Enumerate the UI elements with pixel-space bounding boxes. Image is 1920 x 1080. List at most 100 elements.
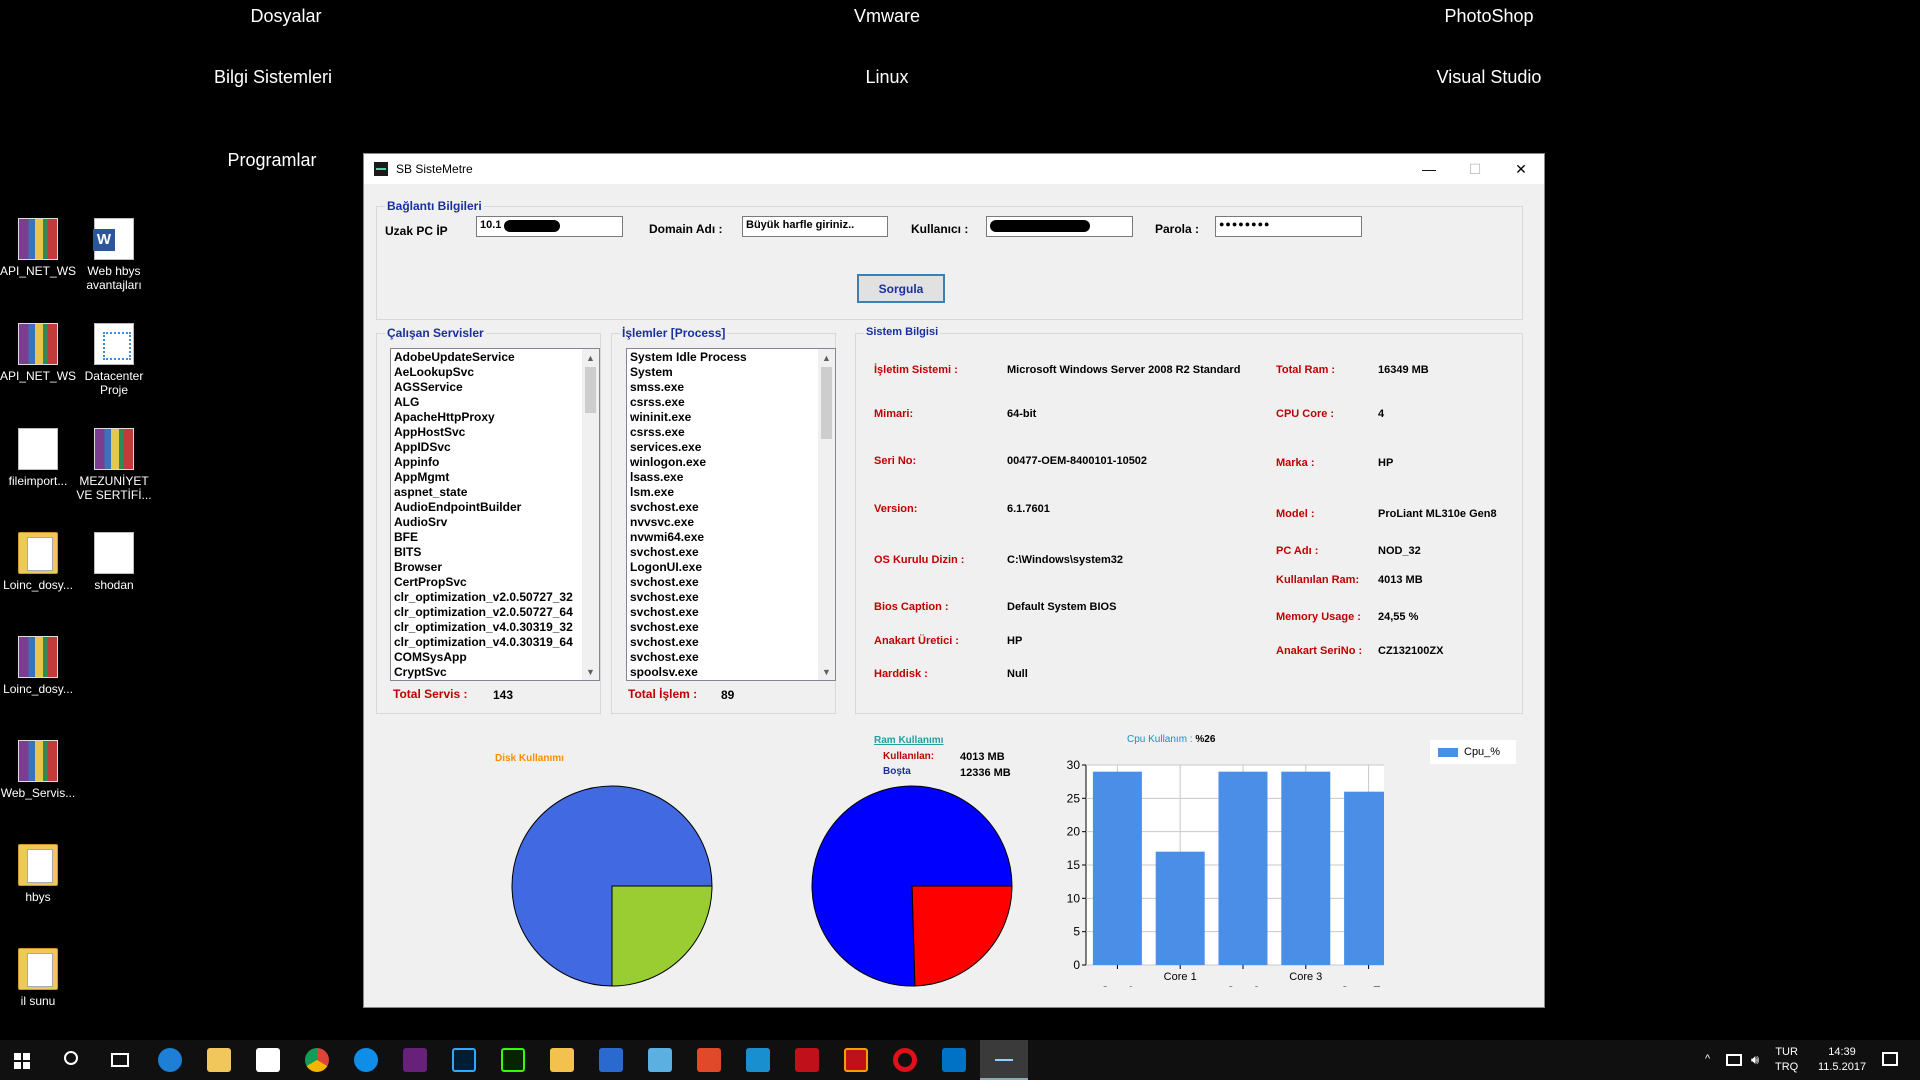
list-item[interactable]: svchost.exe — [630, 575, 747, 590]
list-item[interactable]: aspnet_state — [394, 485, 573, 500]
vnc-icon[interactable] — [746, 1048, 770, 1072]
windows-start-icon[interactable] — [14, 1053, 30, 1069]
list-item[interactable]: winlogon.exe — [630, 455, 747, 470]
desktop-label-linux[interactable]: Linux — [865, 67, 908, 88]
scroll-thumb[interactable] — [821, 367, 832, 439]
query-button[interactable]: Sorgula — [857, 274, 945, 303]
close-button[interactable]: ✕ — [1498, 154, 1544, 184]
filezilla-server-icon[interactable] — [844, 1048, 868, 1072]
desktop-icon-loinc-1[interactable]: Loinc_dosy... — [0, 532, 76, 592]
list-item[interactable]: AudioEndpointBuilder — [394, 500, 573, 515]
volume-icon[interactable]: 🔊︎ — [1751, 1052, 1759, 1067]
photoshop-icon[interactable] — [452, 1048, 476, 1072]
list-item[interactable]: svchost.exe — [630, 635, 747, 650]
scroll-up-icon[interactable]: ▲ — [818, 349, 835, 366]
list-item[interactable]: csrss.exe — [630, 395, 747, 410]
list-item[interactable]: svchost.exe — [630, 590, 747, 605]
desktop-label-bilgi-sistemleri[interactable]: Bilgi Sistemleri — [214, 67, 332, 88]
list-item[interactable]: clr_optimization_v2.0.50727_64 — [394, 605, 573, 620]
list-item[interactable]: AppHostSvc — [394, 425, 573, 440]
list-item[interactable]: AeLookupSvc — [394, 365, 573, 380]
desktop-label-vmware[interactable]: Vmware — [854, 6, 920, 27]
visual-studio-icon[interactable] — [403, 1048, 427, 1072]
list-item[interactable]: Appinfo — [394, 455, 573, 470]
scroll-down-icon[interactable]: ▼ — [818, 663, 835, 680]
list-item[interactable]: clr_optimization_v4.0.30319_32 — [394, 620, 573, 635]
sistemetre-taskbar-button[interactable] — [980, 1040, 1028, 1080]
list-item[interactable]: svchost.exe — [630, 620, 747, 635]
list-item[interactable]: svchost.exe — [630, 605, 747, 620]
list-item[interactable]: AudioSrv — [394, 515, 573, 530]
list-item[interactable]: CryptSvc — [394, 665, 573, 680]
list-item[interactable]: lsm.exe — [630, 485, 747, 500]
title-bar[interactable]: SB SisteMetre — ☐ ✕ — [364, 154, 1544, 184]
list-item[interactable]: AppMgmt — [394, 470, 573, 485]
maximize-button[interactable]: ☐ — [1452, 154, 1498, 184]
file-explorer-icon[interactable] — [207, 1048, 231, 1072]
filezilla-icon[interactable] — [795, 1048, 819, 1072]
tray-chevron-icon[interactable]: ^ — [1705, 1052, 1710, 1067]
outlook-icon[interactable] — [942, 1048, 966, 1072]
list-item[interactable]: clr_optimization_v2.0.50727_32 — [394, 590, 573, 605]
desktop-label-visual-studio[interactable]: Visual Studio — [1437, 67, 1542, 88]
list-item[interactable]: BFE — [394, 530, 573, 545]
pulse-app-icon[interactable] — [697, 1048, 721, 1072]
list-item[interactable]: clr_optimization_v4.0.30319_64 — [394, 635, 573, 650]
package-icon[interactable] — [550, 1048, 574, 1072]
dreamweaver-icon[interactable] — [501, 1048, 525, 1072]
services-scrollbar[interactable]: ▲ ▼ — [582, 349, 599, 680]
task-view-icon[interactable] — [111, 1053, 129, 1067]
services-list[interactable]: AdobeUpdateService AeLookupSvc AGSService A… — [390, 348, 600, 681]
list-item[interactable]: lsass.exe — [630, 470, 747, 485]
language-indicator[interactable]: TUR TRQ — [1775, 1045, 1798, 1075]
desktop-icon-web-servis[interactable]: Web_Servis... — [0, 740, 76, 800]
list-item[interactable]: LogonUI.exe — [630, 560, 747, 575]
desktop-icon-mezuniyet[interactable]: MEZUNİYET VE SERTİFİ... — [76, 428, 152, 502]
password-input[interactable]: ●●●●●●●● — [1215, 216, 1362, 237]
list-item[interactable]: Browser — [394, 560, 573, 575]
opera-icon[interactable] — [893, 1048, 917, 1072]
desktop-icon-shodan[interactable]: shodan — [76, 532, 152, 592]
list-item[interactable]: svchost.exe — [630, 500, 747, 515]
list-item[interactable]: AGSService — [394, 380, 573, 395]
list-item[interactable]: csrss.exe — [630, 425, 747, 440]
domain-input[interactable]: Büyük harfle giriniz.. — [742, 216, 888, 237]
list-item[interactable]: spoolsv.exe — [630, 665, 747, 680]
desktop-icon-web-hbys[interactable]: Web hbys avantajları — [76, 218, 152, 292]
scroll-down-icon[interactable]: ▼ — [582, 663, 599, 680]
desktop-icon-hbys[interactable]: hbys — [0, 844, 76, 904]
list-item[interactable]: svchost.exe — [630, 545, 747, 560]
teamviewer-icon[interactable] — [354, 1048, 378, 1072]
list-item[interactable]: wininit.exe — [630, 410, 747, 425]
desktop-label-dosyalar[interactable]: Dosyalar — [250, 6, 321, 27]
desktop-icon-datacenter[interactable]: Datacenter Proje — [76, 323, 152, 397]
edge-icon[interactable] — [158, 1048, 182, 1072]
desktop-icon-loinc-2[interactable]: Loinc_dosy... — [0, 636, 76, 696]
list-item[interactable]: System Idle Process — [630, 350, 747, 365]
scroll-up-icon[interactable]: ▲ — [582, 349, 599, 366]
desktop-icon-il-sunu[interactable]: il sunu — [0, 948, 76, 1008]
list-item[interactable]: System — [630, 365, 747, 380]
list-item[interactable]: ApacheHttpProxy — [394, 410, 573, 425]
list-item[interactable]: CertPropSvc — [394, 575, 573, 590]
action-center-icon[interactable] — [1882, 1052, 1898, 1066]
list-item[interactable]: nvwmi64.exe — [630, 530, 747, 545]
scroll-thumb[interactable] — [585, 367, 596, 413]
desktop-label-programlar[interactable]: Programlar — [227, 150, 316, 171]
sql-icon[interactable] — [599, 1048, 623, 1072]
store-icon[interactable] — [256, 1048, 280, 1072]
desktop-label-photoshop[interactable]: PhotoShop — [1444, 6, 1533, 27]
network-tray-icon[interactable] — [1726, 1054, 1742, 1066]
processes-scrollbar[interactable]: ▲ ▼ — [818, 349, 835, 680]
list-item[interactable]: nvvsvc.exe — [630, 515, 747, 530]
list-item[interactable]: smss.exe — [630, 380, 747, 395]
list-item[interactable]: services.exe — [630, 440, 747, 455]
desktop-icon-api-net-ws-2[interactable]: API_NET_WS — [0, 323, 76, 383]
clock[interactable]: 14:39 11.5.2017 — [1811, 1045, 1873, 1075]
list-item[interactable]: BITS — [394, 545, 573, 560]
desktop-icon-fileimport[interactable]: fileimport... — [0, 428, 76, 488]
list-item[interactable]: AppIDSvc — [394, 440, 573, 455]
list-item[interactable]: ALG — [394, 395, 573, 410]
list-item[interactable]: svchost.exe — [630, 650, 747, 665]
list-item[interactable]: AdobeUpdateService — [394, 350, 573, 365]
